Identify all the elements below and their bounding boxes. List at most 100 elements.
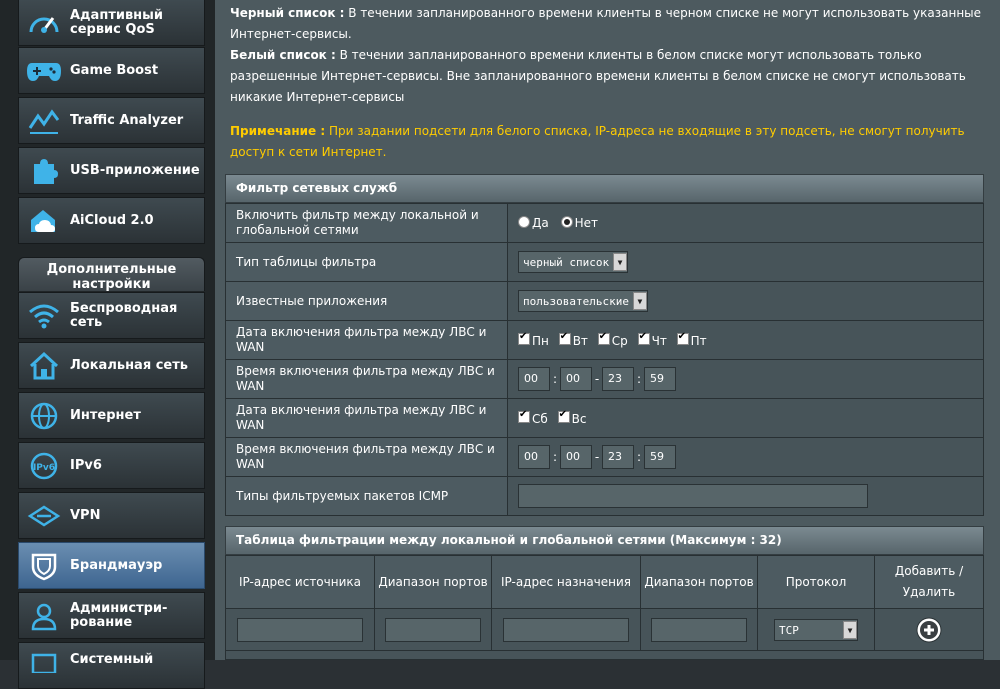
weekday-end-minute-input[interactable]: 59 (644, 367, 676, 391)
weekday-checkbox-tue[interactable] (558, 331, 571, 345)
enable-filter-cell: Да Нет (507, 203, 984, 243)
chevron-down-icon: ▼ (843, 621, 857, 640)
traffic-analyzer-icon (24, 103, 64, 139)
nav-label: Брандмауэр (70, 557, 163, 573)
time-separator: : (636, 371, 642, 386)
time-separator: : (552, 371, 558, 386)
protocol-select[interactable]: TCP ▼ (774, 619, 858, 642)
nav-item-firewall[interactable]: Брандмауэр (18, 542, 205, 589)
destination-port-range-input[interactable] (651, 618, 747, 642)
protocol-value: TCP (779, 623, 799, 637)
enable-yes-label: Да (532, 216, 549, 230)
nav-item-traffic-analyzer[interactable]: Traffic Analyzer (18, 97, 205, 144)
weekend-checkbox-sat[interactable] (518, 409, 530, 423)
nav-label: Администри-рование (70, 600, 168, 630)
range-separator: - (594, 371, 600, 386)
weekend-time-row: Время включения фильтра между ЛВС и WAN … (225, 437, 984, 477)
weekend-end-minute-input[interactable]: 59 (644, 445, 676, 469)
admin-user-icon (24, 598, 64, 634)
nav-item-wireless[interactable]: Беспроводная сеть (18, 292, 205, 339)
nav-label: Traffic Analyzer (70, 112, 184, 128)
rules-input-row: TCP ▼ (225, 608, 984, 652)
plus-circle-icon (916, 617, 942, 643)
filter-table-type-row: Тип таблицы фильтра черный список ▼ (225, 242, 984, 282)
enable-no-label: Нет (574, 216, 598, 230)
nav-item-administration[interactable]: Администри-рование (18, 592, 205, 639)
column-protocol: Протокол (757, 555, 875, 609)
weekday-checkbox-mon[interactable] (518, 331, 530, 345)
weekday-label-mon: Пн (532, 333, 549, 348)
range-separator: - (594, 449, 600, 464)
nav-item-adaptive-qos[interactable]: Адаптивный сервис QoS (18, 0, 205, 46)
nav-item-system-log[interactable]: Системный (18, 642, 205, 689)
nav-item-usb-app[interactable]: USB-приложение (18, 147, 205, 194)
nav-item-ipv6[interactable]: IPv6 IPv6 (18, 442, 205, 489)
weekend-start-minute-input[interactable]: 00 (560, 445, 592, 469)
weekday-checkbox-thu[interactable] (637, 331, 650, 345)
weekday-date-row: Дата включения фильтра между ЛВС и WAN П… (225, 320, 984, 360)
weekday-label-fri: Пт (690, 333, 707, 348)
weekday-label-thu: Чт (651, 333, 667, 348)
note-description: Примечание : При задании подсети для бел… (230, 121, 990, 163)
icmp-row: Типы фильтруемых пакетов ICMP (225, 476, 984, 516)
system-log-icon (24, 653, 64, 673)
weekday-time-label: Время включения фильтра между ЛВС и WAN (225, 359, 508, 399)
nav-label: Интернет (70, 407, 141, 423)
column-destination-port-range: Диапазон портов (640, 555, 758, 609)
weekend-checkbox-sun[interactable] (557, 409, 570, 423)
vpn-icon (24, 498, 64, 534)
nav-label: Системный (70, 652, 154, 667)
sidebar: Адаптивный сервис QoS Game Boost Traffic… (0, 0, 215, 689)
weekday-checkbox-wed[interactable] (597, 331, 610, 345)
known-apps-label: Известные приложения (225, 281, 508, 321)
add-rule-button[interactable] (916, 617, 942, 643)
weekday-time-inputs: 00:00-23:59 (507, 359, 984, 399)
weekday-end-hour-input[interactable]: 23 (602, 367, 634, 391)
weekend-end-hour-input[interactable]: 23 (602, 445, 634, 469)
nav-item-internet[interactable]: Интернет (18, 392, 205, 439)
svg-text:IPv6: IPv6 (33, 463, 55, 473)
icmp-input[interactable] (518, 484, 868, 508)
nav-label: Адаптивный сервис QoS (70, 7, 164, 37)
weekday-start-minute-input[interactable]: 00 (560, 367, 592, 391)
enable-no-radio[interactable] (560, 216, 573, 228)
nav-label: Локальная сеть (70, 357, 188, 373)
blacklist-label: Черный список : (230, 6, 345, 20)
weekday-checkboxes: Пн Вт Ср Чт Пт (507, 320, 984, 360)
destination-ip-input[interactable] (503, 618, 629, 642)
nav-item-aicloud[interactable]: AiCloud 2.0 (18, 197, 205, 244)
weekday-start-hour-input[interactable]: 00 (518, 367, 550, 391)
nav-label: Game Boost (70, 62, 159, 78)
home-icon (24, 348, 64, 384)
wifi-icon (24, 298, 64, 334)
chevron-down-icon: ▼ (613, 253, 628, 271)
source-ip-input[interactable] (237, 618, 363, 642)
main-content: Черный список : В течении запланированно… (215, 0, 1000, 660)
nav-label: VPN (70, 507, 101, 523)
known-apps-value: пользовательские (523, 294, 629, 308)
column-add-delete: Добавить / Удалить (874, 555, 984, 609)
weekday-label-wed: Ср (611, 333, 628, 348)
weekday-checkbox-fri[interactable] (676, 331, 689, 345)
weekend-start-hour-input[interactable]: 00 (518, 445, 550, 469)
filter-table-type-select[interactable]: черный список ▼ (518, 251, 629, 273)
sidebar-section-title: Дополнительные настройки (18, 257, 205, 292)
icmp-label: Типы фильтруемых пакетов ICMP (225, 476, 508, 516)
nav-item-lan[interactable]: Локальная сеть (18, 342, 205, 389)
enable-yes-radio[interactable] (518, 216, 530, 228)
weekend-date-row: Дата включения фильтра между ЛВС и WAN С… (225, 398, 984, 438)
source-port-range-input[interactable] (385, 618, 481, 642)
whitelist-text: В течении запланированного времени клиен… (230, 48, 966, 104)
note-text: При задании подсети для белого списка, I… (230, 124, 965, 159)
rules-panel-title: Таблица фильтрации между локальной и гло… (225, 526, 984, 555)
known-apps-row: Известные приложения пользовательские ▼ (225, 281, 984, 321)
nav-label: Беспроводная сеть (70, 300, 178, 330)
weekend-time-label: Время включения фильтра между ЛВС и WAN (225, 437, 508, 477)
time-separator: : (552, 449, 558, 464)
nav-item-vpn[interactable]: VPN (18, 492, 205, 539)
nav-item-game-boost[interactable]: Game Boost (18, 47, 205, 94)
weekday-date-label: Дата включения фильтра между ЛВС и WAN (225, 320, 508, 360)
nav-label: USB-приложение (70, 162, 200, 178)
gamepad-icon (24, 53, 64, 89)
known-apps-select[interactable]: пользовательские ▼ (518, 290, 648, 312)
